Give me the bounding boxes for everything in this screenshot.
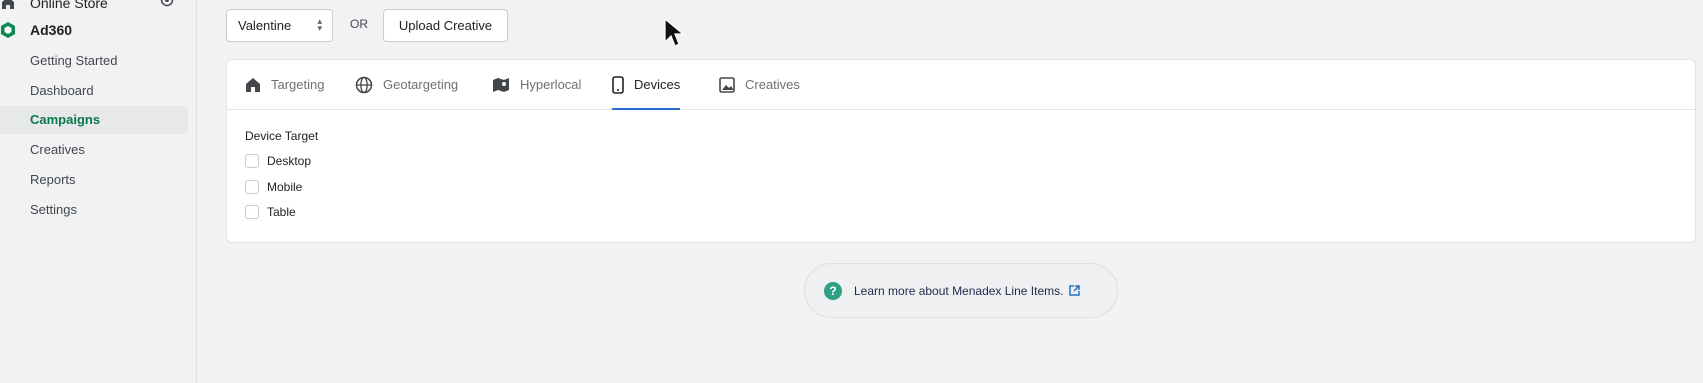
mobile-icon xyxy=(612,75,624,94)
storefront-icon xyxy=(246,77,260,92)
tab-label: Creatives xyxy=(745,77,800,92)
device-target-label: Device Target xyxy=(245,129,319,143)
sidebar-item-dashboard[interactable]: Dashboard xyxy=(0,77,188,105)
device-option-desktop[interactable]: Desktop xyxy=(245,151,311,171)
tab-label: Geotargeting xyxy=(383,77,459,92)
sidebar-item-online-store[interactable]: Online Store xyxy=(0,0,108,14)
sidebar-item-ad360[interactable]: Ad360 xyxy=(0,19,72,41)
sidebar-item-settings[interactable]: Settings xyxy=(0,196,188,224)
sidebar-app-label: Ad360 xyxy=(30,22,73,38)
checkbox[interactable] xyxy=(245,154,259,168)
sidebar-item-reports[interactable]: Reports xyxy=(0,166,188,194)
question-circle-icon: ? xyxy=(824,281,842,300)
device-option-table[interactable]: Table xyxy=(245,202,296,222)
sidebar-item-campaigns[interactable]: Campaigns xyxy=(0,106,188,134)
tab-label: Hyperlocal xyxy=(520,77,582,92)
tab-creatives[interactable]: Creatives xyxy=(719,60,800,109)
checkbox[interactable] xyxy=(245,180,259,194)
mouse-cursor-icon xyxy=(664,18,684,47)
globe-icon xyxy=(355,76,373,93)
image-icon xyxy=(719,76,735,93)
tab-bar: Targeting Geotargeting Hyperlocal Device… xyxy=(227,60,1695,110)
creative-select-value: Valentine xyxy=(238,18,292,33)
targeting-card: Targeting Geotargeting Hyperlocal Device… xyxy=(226,59,1696,243)
device-option-label: Desktop xyxy=(267,154,312,168)
tab-targeting[interactable]: Targeting xyxy=(245,60,324,109)
tab-label: Targeting xyxy=(271,77,325,92)
tab-label: Devices xyxy=(634,77,681,92)
storefront-icon xyxy=(0,0,16,11)
sidebar: Online Store Ad360 Getting Started Dashb… xyxy=(0,0,197,383)
device-option-mobile[interactable]: Mobile xyxy=(245,177,302,197)
eye-icon[interactable] xyxy=(160,0,174,7)
checkbox[interactable] xyxy=(245,205,259,219)
device-option-label: Table xyxy=(267,205,296,219)
upload-creative-button[interactable]: Upload Creative xyxy=(383,9,508,42)
help-link[interactable]: Learn more about Menadex Line Items. xyxy=(854,284,1063,298)
sidebar-item-getting-started[interactable]: Getting Started xyxy=(0,47,188,75)
tab-geotargeting[interactable]: Geotargeting xyxy=(355,60,458,109)
or-label: OR xyxy=(350,17,368,31)
map-icon xyxy=(493,77,509,92)
help-banner: ? Learn more about Menadex Line Items. xyxy=(804,263,1118,318)
sidebar-item-creatives[interactable]: Creatives xyxy=(0,136,188,164)
device-option-label: Mobile xyxy=(267,180,303,194)
external-link-icon[interactable] xyxy=(1069,285,1081,296)
tab-hyperlocal[interactable]: Hyperlocal xyxy=(492,60,581,109)
select-arrows-icon: ▴ ▾ xyxy=(317,16,322,33)
creative-select[interactable]: Valentine ▴ ▾ xyxy=(226,9,333,42)
ad360-logo-icon xyxy=(0,22,16,38)
tab-devices[interactable]: Devices xyxy=(612,60,681,110)
sidebar-store-label: Online Store xyxy=(30,0,108,11)
